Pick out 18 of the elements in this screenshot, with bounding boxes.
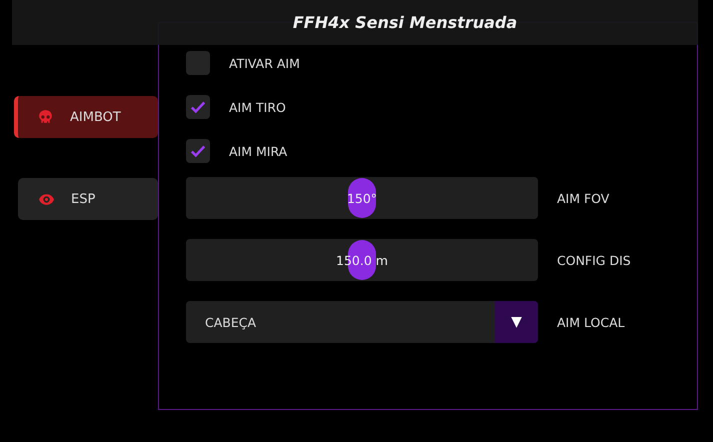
- checkbox[interactable]: [186, 95, 210, 119]
- checkbox[interactable]: [186, 139, 210, 163]
- sidebar-item[interactable]: AIMBOT: [14, 96, 158, 138]
- slider-value: 150°: [346, 190, 378, 206]
- checkbox-label: ATIVAR AIM: [229, 56, 300, 70]
- checkbox[interactable]: [186, 51, 210, 75]
- slider-label: AIM FOV: [557, 190, 610, 206]
- slider-thumb[interactable]: [348, 178, 376, 218]
- checkbox-label: AIM TIRO: [229, 100, 286, 114]
- dropdown-label: AIM LOCAL: [557, 314, 625, 330]
- checkbox-label: AIM MIRA: [229, 144, 288, 158]
- dropdown[interactable]: CABEÇA ▼: [186, 301, 538, 343]
- skull-icon: [37, 108, 54, 126]
- dropdown-arrow-button[interactable]: ▼: [495, 301, 538, 343]
- window-title: FFH4x Sensi Menstruada: [292, 13, 518, 32]
- slider-label: CONFIG DIS: [557, 252, 631, 268]
- slider[interactable]: 150°: [186, 177, 538, 219]
- sidebar-item[interactable]: ESP: [18, 178, 158, 220]
